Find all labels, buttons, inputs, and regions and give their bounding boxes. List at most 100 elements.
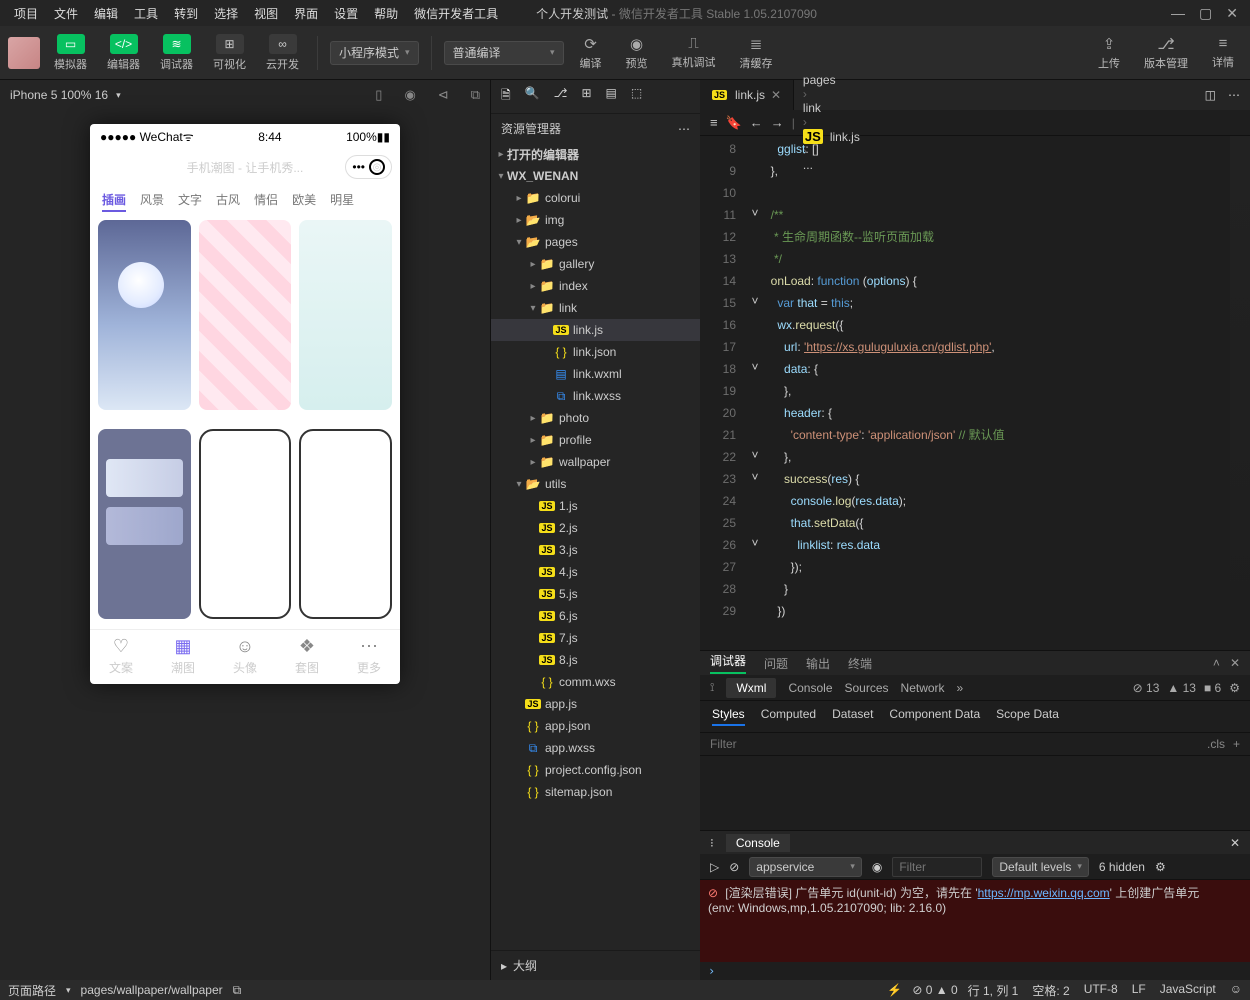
nav-item[interactable]: ⋯更多 — [357, 636, 381, 676]
dt-tab[interactable]: 输出 — [806, 655, 830, 672]
open-editors-section[interactable]: ▸打开的编辑器 — [491, 143, 700, 165]
add-style-icon[interactable]: + — [1233, 737, 1240, 751]
error-link[interactable]: https://mp.weixin.qq.com — [978, 886, 1110, 900]
menu-帮助[interactable]: 帮助 — [366, 1, 406, 26]
git-icon[interactable]: ⎇ — [554, 86, 568, 107]
cat-tab[interactable]: 明星 — [330, 191, 354, 212]
version-button[interactable]: ⎇版本管理 — [1136, 32, 1196, 74]
copy-path-icon[interactable]: ⧉ — [233, 983, 242, 998]
back-icon[interactable]: ← — [750, 115, 763, 130]
visual-toggle[interactable]: ⊞可视化 — [207, 31, 252, 75]
menu-项目[interactable]: 项目 — [6, 1, 46, 26]
more-icon[interactable]: ⋯ — [1228, 88, 1240, 102]
menu-设置[interactable]: 设置 — [326, 1, 366, 26]
tree-node[interactable]: ▸📁wallpaper — [491, 451, 700, 473]
wallpaper-card[interactable] — [199, 429, 292, 619]
menu-视图[interactable]: 视图 — [246, 1, 286, 26]
search-icon[interactable]: 🔍 — [525, 86, 540, 107]
encoding[interactable]: UTF-8 — [1084, 982, 1118, 999]
tree-node[interactable]: ▸📁gallery — [491, 253, 700, 275]
cls-toggle[interactable]: .cls — [1207, 737, 1225, 751]
hidden-count[interactable]: 6 hidden — [1099, 860, 1145, 874]
inspect-icon[interactable]: ⟟ — [710, 680, 714, 695]
menu-工具[interactable]: 工具 — [126, 1, 166, 26]
nav-item[interactable]: ▦潮图 — [171, 636, 195, 676]
tree-node[interactable]: ▾📁link — [491, 297, 700, 319]
compile-button[interactable]: ⟳编译 — [572, 32, 610, 74]
styles-tab[interactable]: Component Data — [889, 707, 980, 726]
menu-编辑[interactable]: 编辑 — [86, 1, 126, 26]
tree-node[interactable]: { }sitemap.json — [491, 781, 700, 803]
dt-tab[interactable]: 问题 — [764, 655, 788, 672]
menu-文件[interactable]: 文件 — [46, 1, 86, 26]
error-badge[interactable]: ⊘ 13 — [1133, 681, 1160, 695]
styles-filter-input[interactable] — [710, 737, 1207, 751]
cursor-pos[interactable]: 行 1, 列 1 — [968, 982, 1019, 999]
nav-item[interactable]: ♡文案 — [109, 636, 133, 676]
more-icon[interactable]: ⋯ — [678, 122, 690, 136]
tree-node[interactable]: JSlink.js — [491, 319, 700, 341]
tree-node[interactable]: JS6.js — [491, 605, 700, 627]
gear-icon[interactable]: ⚙ — [1155, 860, 1166, 874]
nav-item[interactable]: ❖套图 — [295, 636, 319, 676]
wallpaper-card[interactable] — [199, 220, 292, 410]
close-button[interactable]: ✕ — [1226, 5, 1238, 22]
eol[interactable]: LF — [1132, 982, 1146, 999]
styles-tab[interactable]: Scope Data — [996, 707, 1059, 726]
fwd-icon[interactable]: → — [771, 115, 784, 130]
tree-node[interactable]: ⧉app.wxss — [491, 737, 700, 759]
tree-node[interactable]: { }app.json — [491, 715, 700, 737]
menu-选择[interactable]: 选择 — [206, 1, 246, 26]
cat-tab[interactable]: 文字 — [178, 191, 202, 212]
close-icon[interactable]: ✕ — [1230, 656, 1240, 670]
cloud-toggle[interactable]: ∞云开发 — [260, 31, 305, 75]
menu-转到[interactable]: 转到 — [166, 1, 206, 26]
tree-node[interactable]: JS8.js — [491, 649, 700, 671]
menu-微信开发者工具[interactable]: 微信开发者工具 — [406, 1, 506, 26]
cat-tab[interactable]: 风景 — [140, 191, 164, 212]
outline-section[interactable]: ▸大纲 — [491, 950, 700, 980]
minimap[interactable] — [1230, 136, 1250, 650]
wallpaper-card[interactable] — [98, 429, 191, 619]
dt-tab[interactable]: 调试器 — [710, 652, 746, 674]
bookmark-icon[interactable]: 🔖 — [726, 115, 742, 131]
tree-node[interactable]: ▸📂img — [491, 209, 700, 231]
styles-tab[interactable]: Dataset — [832, 707, 873, 726]
levels-select[interactable]: Default levels▾ — [992, 857, 1089, 877]
copy-icon[interactable]: ⧉ — [471, 87, 480, 103]
tree-node[interactable]: ▤link.wxml — [491, 363, 700, 385]
tree-node[interactable]: JS3.js — [491, 539, 700, 561]
cat-tab[interactable]: 情侣 — [254, 191, 278, 212]
tree-node[interactable]: JSapp.js — [491, 693, 700, 715]
bottom-nav[interactable]: ♡文案 ▦潮图 ☺头像 ❖套图 ⋯更多 — [90, 629, 400, 684]
hot-reload-icon[interactable]: ⚡ — [887, 983, 902, 997]
tree-node[interactable]: ▸📁profile — [491, 429, 700, 451]
nav-item[interactable]: ☺头像 — [233, 636, 257, 676]
feedback-icon[interactable]: ☺ — [1230, 982, 1242, 999]
devtools-panel-tabs[interactable]: ⟟ Wxml Console Sources Network » ⊘ 13 ▲ … — [700, 675, 1250, 701]
mute-icon[interactable]: ⊲ — [438, 87, 449, 103]
info-badge[interactable]: ■ 6 — [1204, 681, 1221, 695]
console-prompt[interactable]: › — [700, 962, 1250, 980]
compile-select[interactable]: 普通编译▾ — [444, 41, 564, 65]
tree-node[interactable]: { }project.config.json — [491, 759, 700, 781]
chevron-up-icon[interactable]: ˄ — [1213, 656, 1220, 670]
tree-node[interactable]: ▾📂utils — [491, 473, 700, 495]
tree-node[interactable]: ▾📂pages — [491, 231, 700, 253]
tree-node[interactable]: ⧉link.wxss — [491, 385, 700, 407]
warn-badge[interactable]: ▲ 13 — [1167, 681, 1196, 695]
file-tree[interactable]: ▸打开的编辑器 ▾WX_WENAN ▸📁colorui▸📂img▾📂pages▸… — [491, 143, 700, 950]
cat-tab[interactable]: 欧美 — [292, 191, 316, 212]
clear-console-icon[interactable]: ⊘ — [729, 860, 739, 874]
breadcrumb[interactable]: ≡ 🔖 ← → | pages › link › JSlink.js › ... — [700, 110, 1250, 136]
tree-node[interactable]: JS5.js — [491, 583, 700, 605]
details-button[interactable]: ≡详情 — [1204, 32, 1242, 73]
record-icon[interactable]: ◉ — [404, 87, 415, 103]
language[interactable]: JavaScript — [1160, 982, 1216, 999]
styles-tabs[interactable]: StylesComputedDatasetComponent DataScope… — [700, 701, 1250, 733]
code-editor[interactable]: 8 9 10 11 12 13 14 15 16 17 18 19 20 21 … — [700, 136, 1250, 650]
list-icon[interactable]: ≡ — [710, 115, 718, 130]
wallpaper-card[interactable] — [299, 220, 392, 410]
menu-界面[interactable]: 界面 — [286, 1, 326, 26]
gear-icon[interactable]: ⚙ — [1229, 681, 1240, 695]
